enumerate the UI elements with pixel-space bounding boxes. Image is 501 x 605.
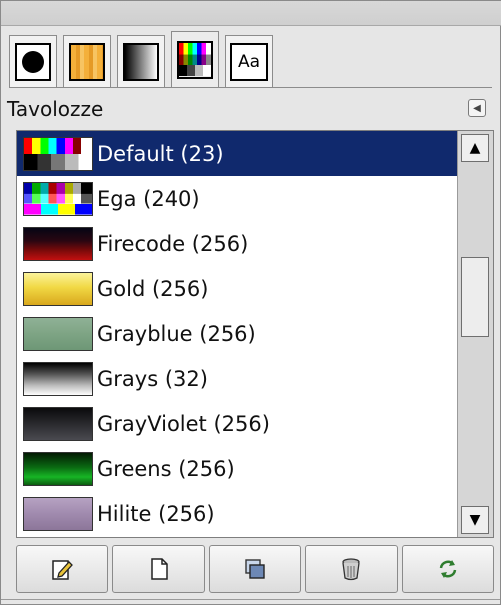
palette-preview (23, 316, 93, 351)
panel-title: Tavolozze (7, 97, 104, 121)
tab-brushes[interactable] (9, 35, 57, 87)
palette-list[interactable]: Default (23) Ega (240) Firecode (256) Go… (17, 131, 458, 537)
edit-palette-button[interactable] (16, 545, 109, 593)
dock-top-strip (1, 1, 501, 26)
scroll-down-button[interactable]: ▼ (461, 506, 489, 534)
palette-icon (177, 40, 213, 79)
list-item-gold[interactable]: Gold (256) (17, 266, 458, 311)
palettes-dock-window: Aa Tavolozze ◀ Default (23) Ega (240) Fi… (0, 0, 501, 605)
list-item-default[interactable]: Default (23) (17, 131, 458, 176)
edit-icon (52, 560, 74, 580)
refresh-palettes-button[interactable] (401, 545, 495, 593)
palette-preview (23, 271, 93, 306)
palette-preview (23, 361, 93, 396)
list-item-label: Grays (32) (97, 366, 208, 391)
list-item-grayblue[interactable]: Grayblue (256) (17, 311, 458, 356)
pattern-icon (69, 42, 105, 81)
palette-preview (23, 181, 93, 216)
list-item-label: Greens (256) (97, 456, 235, 481)
tab-patterns[interactable] (63, 35, 111, 87)
list-item-label: Default (23) (97, 141, 224, 166)
duplicate-palette-button[interactable] (208, 545, 302, 593)
delete-palette-button[interactable] (305, 545, 398, 593)
list-item-hilite[interactable]: Hilite (256) (17, 491, 458, 536)
palette-preview (23, 406, 93, 441)
duplicate-icon (245, 559, 265, 579)
list-item-label: Ega (240) (97, 186, 200, 211)
tab-bar-divider (9, 87, 492, 88)
palette-preview (23, 451, 93, 486)
panel-menu-button[interactable]: ◀ (468, 99, 486, 117)
trash-icon (342, 558, 361, 581)
new-palette-button[interactable] (112, 545, 205, 593)
palette-preview (23, 136, 93, 171)
list-scrollbar[interactable]: ▲ ▼ (457, 131, 493, 537)
list-item-grays[interactable]: Grays (32) (17, 356, 458, 401)
list-item-label: Hilite (256) (97, 501, 215, 526)
list-item-ega[interactable]: Ega (240) (17, 176, 458, 221)
palette-action-bar (16, 545, 495, 593)
list-item-label: Grayblue (256) (97, 321, 256, 346)
scrollbar-thumb[interactable] (461, 257, 489, 337)
window-bottom-divider (1, 599, 500, 600)
brush-icon (15, 42, 51, 81)
font-icon: Aa (230, 42, 268, 81)
tab-palettes[interactable] (171, 31, 219, 87)
triangle-left-icon: ◀ (473, 102, 481, 114)
list-item-greens[interactable]: Greens (256) (17, 446, 458, 491)
triangle-up-icon: ▲ (469, 140, 481, 156)
gradient-icon (123, 42, 159, 81)
list-item-label: Firecode (256) (97, 231, 249, 256)
palette-preview (23, 226, 93, 261)
triangle-down-icon: ▼ (469, 512, 481, 528)
list-item-label: GrayViolet (256) (97, 411, 270, 436)
list-item-label: Gold (256) (97, 276, 209, 301)
tab-gradients[interactable] (117, 35, 165, 87)
palette-list-frame: Default (23) Ega (240) Firecode (256) Go… (16, 130, 494, 538)
palette-preview (23, 496, 93, 531)
refresh-icon (439, 560, 457, 578)
tab-fonts[interactable]: Aa (225, 35, 273, 87)
list-item-grayviolet[interactable]: GrayViolet (256) (17, 401, 458, 446)
list-item-firecode[interactable]: Firecode (256) (17, 221, 458, 266)
dock-tab-bar: Aa (9, 31, 273, 87)
new-document-icon (150, 558, 168, 580)
scroll-up-button[interactable]: ▲ (461, 134, 489, 162)
